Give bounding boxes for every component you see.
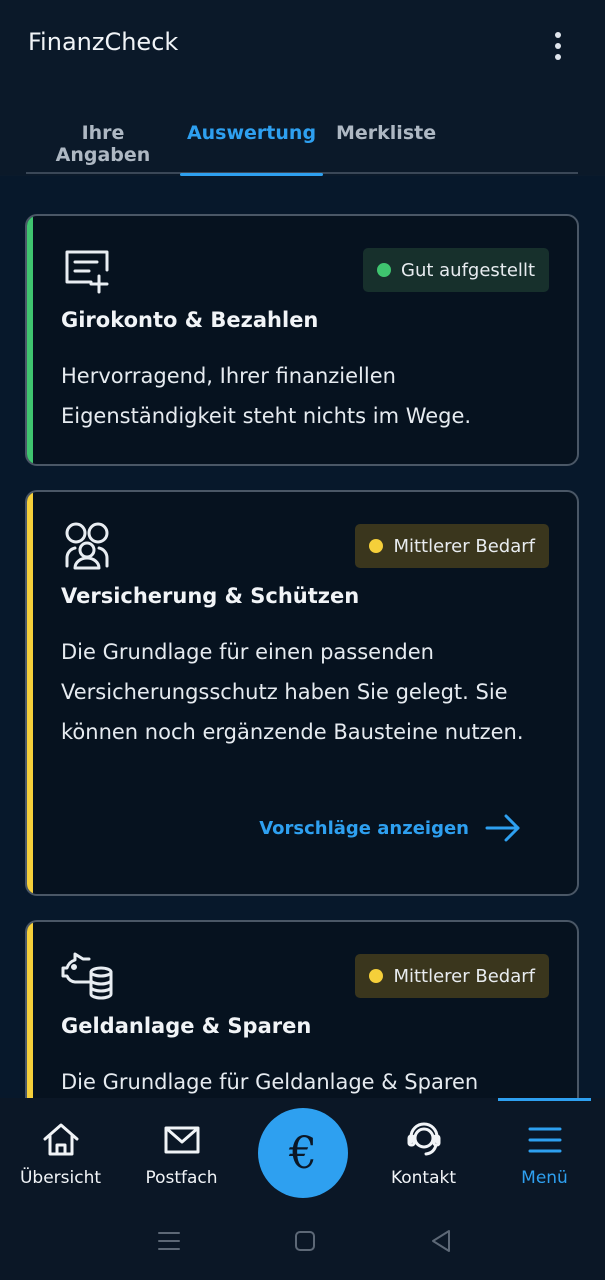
status-dot — [377, 263, 392, 277]
form-add-icon — [65, 250, 109, 294]
recent-apps-icon[interactable] — [156, 1228, 182, 1254]
home-button-icon[interactable] — [292, 1228, 318, 1254]
status-label: Mittlerer Bedarf — [393, 965, 535, 987]
nav-label: Menü — [521, 1168, 568, 1188]
status-dot — [369, 539, 384, 553]
status-label: Gut aufgestellt — [401, 259, 535, 281]
nav-label: Postfach — [145, 1168, 218, 1188]
status-stripe — [27, 922, 33, 1098]
nav-kontakt[interactable]: Kontakt — [363, 1098, 484, 1200]
card-description: Die Grundlage für einen passenden Versic… — [61, 640, 524, 744]
app-title: FinanzCheck — [28, 28, 179, 56]
people-icon — [65, 522, 109, 570]
card-girokonto[interactable]: Gut aufgestellt Girokonto & Bezahlen Her… — [25, 214, 579, 466]
status-badge: Gut aufgestellt — [363, 248, 549, 292]
card-geldanlage[interactable]: Mittlerer Bedarf Geldanlage & Sparen Die… — [25, 920, 579, 1098]
nav-menue[interactable]: Menü — [484, 1098, 605, 1200]
app-header: FinanzCheck Ihre Angaben Auswertung Merk… — [0, 0, 605, 176]
card-description: Hervorragend, Ihrer finanziellen Eigenst… — [61, 364, 472, 428]
nav-uebersicht[interactable]: Übersicht — [0, 1098, 121, 1200]
status-label: Mittlerer Bedarf — [393, 535, 535, 557]
euro-icon[interactable]: € — [258, 1108, 348, 1198]
tab-bar: Ihre Angaben Auswertung Merkliste — [26, 104, 578, 176]
mail-icon — [164, 1126, 199, 1154]
card-description: Die Grundlage für Geldanlage & Sparen — [61, 1070, 479, 1094]
home-icon — [43, 1123, 78, 1156]
tab-ihre-angaben[interactable]: Ihre Angaben — [40, 104, 166, 174]
nav-label: Übersicht — [19, 1168, 102, 1188]
card-title: Girokonto & Bezahlen — [61, 308, 319, 332]
tab-auswertung[interactable]: Auswertung — [180, 104, 323, 176]
status-badge: Mittlerer Bedarf — [355, 524, 549, 568]
back-icon[interactable] — [428, 1228, 454, 1254]
tab-merkliste[interactable]: Merkliste — [336, 104, 436, 174]
menu-icon — [528, 1127, 561, 1153]
status-stripe — [27, 216, 33, 464]
nav-postfach[interactable]: Postfach — [121, 1098, 242, 1200]
nav-label: Kontakt — [390, 1168, 457, 1188]
piggy-bank-icon — [61, 952, 113, 1000]
more-options-icon[interactable] — [540, 24, 576, 68]
evaluation-list[interactable]: Gut aufgestellt Girokonto & Bezahlen Her… — [0, 176, 605, 1098]
show-suggestions-link[interactable]: Vorschläge anzeigen — [259, 814, 521, 842]
status-dot — [369, 969, 384, 983]
status-stripe — [27, 492, 33, 894]
headset-icon — [407, 1122, 440, 1156]
card-versicherung[interactable]: Mittlerer Bedarf Versicherung & Schützen… — [25, 490, 579, 896]
card-title: Versicherung & Schützen — [61, 584, 360, 608]
link-label: Vorschläge anzeigen — [259, 817, 469, 839]
card-title: Geldanlage & Sparen — [61, 1014, 312, 1038]
status-badge: Mittlerer Bedarf — [355, 954, 549, 998]
arrow-right-icon — [485, 814, 520, 842]
system-navigation-bar — [0, 1200, 605, 1280]
